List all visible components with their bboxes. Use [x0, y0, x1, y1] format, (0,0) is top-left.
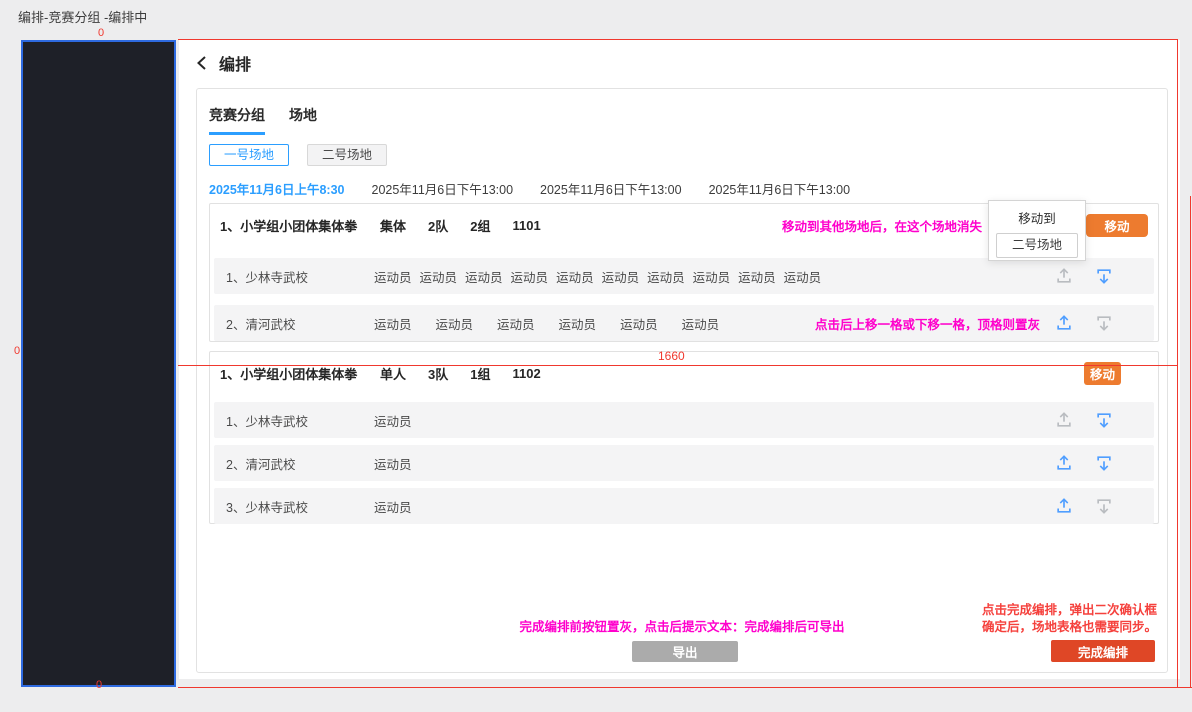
move-down-icon[interactable]	[1094, 410, 1114, 430]
athlete-link[interactable]: 运动员	[556, 267, 594, 286]
venue-button[interactable]: 一号场地	[209, 144, 289, 166]
session-date[interactable]: 2025年11月6日上午8:30	[209, 179, 345, 198]
move-down-icon[interactable]	[1094, 496, 1114, 516]
move-down-icon[interactable]	[1094, 453, 1114, 473]
event-group-card: 1、小学组小团体集体拳 单人 3队 1组 1102 移动 1、少林寺武校 运动员…	[209, 351, 1159, 524]
finish-annotation-line1: 点击完成编排，弹出二次确认框	[981, 603, 1157, 617]
move-down-icon[interactable]	[1094, 266, 1114, 286]
athlete-link[interactable]: 运动员	[682, 314, 720, 333]
team-row: 2、清河武校 运动员	[214, 445, 1154, 481]
athlete-list: 运动员 运动员 运动员 运动员 运动员 运动员	[374, 314, 719, 333]
page-header: 编排	[195, 51, 251, 75]
group-team-count: 2队	[428, 219, 449, 234]
content-card: 竞赛分组 场地 一号场地 二号场地 2025年11月6日上午8:30 2025年11月…	[196, 88, 1168, 673]
tab-bar: 竞赛分组 场地	[209, 105, 317, 135]
group-team-count: 3队	[428, 367, 449, 382]
athlete-link[interactable]: 运动员	[374, 411, 412, 430]
athlete-link[interactable]: 运动员	[620, 314, 658, 333]
row-actions	[1054, 313, 1114, 333]
popup-title: 移动到	[1018, 212, 1056, 226]
athlete-link[interactable]: 运动员	[647, 267, 685, 286]
move-up-icon[interactable]	[1054, 496, 1074, 516]
session-date[interactable]: 2025年11月6日下午13:00	[540, 179, 682, 198]
athlete-link[interactable]: 运动员	[374, 267, 412, 286]
redline-right	[1177, 39, 1178, 688]
athlete-list: 运动员 运动员 运动员 运动员 运动员 运动员 运动员 运动员 运动员 运动员	[374, 267, 821, 286]
team-row: 1、少林寺武校 运动员	[214, 402, 1154, 438]
team-row: 3、少林寺武校 运动员	[214, 488, 1154, 524]
group-type: 集体	[380, 219, 407, 234]
finish-arrange-button[interactable]: 完成编排	[1051, 640, 1155, 662]
group-group-count: 1组	[470, 367, 491, 382]
athlete-link[interactable]: 运动员	[420, 267, 458, 286]
athlete-link[interactable]: 运动员	[436, 314, 474, 333]
back-icon[interactable]	[195, 55, 208, 71]
athlete-link[interactable]: 运动员	[784, 267, 822, 286]
row-actions	[1054, 496, 1114, 516]
page-title: 编排	[219, 57, 252, 74]
athlete-link[interactable]: 运动员	[465, 267, 503, 286]
move-annotation: 移动到其他场地后，在这个场地消失	[781, 220, 982, 234]
group-code: 1102	[512, 366, 541, 381]
athlete-link[interactable]: 运动员	[511, 267, 549, 286]
finish-annotation: 点击完成编排，弹出二次确认框 确定后，场地表格也需要同步。	[982, 602, 1157, 636]
session-date[interactable]: 2025年11月6日下午13:00	[372, 179, 514, 198]
date-row: 2025年11月6日上午8:30 2025年11月6日下午13:00 2025年11…	[209, 179, 850, 198]
reorder-annotation: 点击后上移一格或下移一格，顶格则置灰	[814, 317, 1040, 332]
row-actions	[1054, 266, 1114, 286]
move-to-popup: 移动到 二号场地	[988, 200, 1086, 261]
session-date[interactable]: 2025年11月6日下午13:00	[709, 179, 851, 198]
move-down-icon[interactable]	[1094, 313, 1114, 333]
team-row: 1、少林寺武校 运动员 运动员 运动员 运动员 运动员 运动员 运动员 运动员 运动员 运动员	[214, 258, 1154, 294]
team-row: 2、清河武校 运动员 运动员 运动员 运动员 运动员 运动员 点击后上移一格或下移一格，顶…	[214, 305, 1154, 341]
row-actions	[1054, 410, 1114, 430]
venue-filter-group: 一号场地 二号场地	[209, 144, 387, 166]
popup-venue-option[interactable]: 二号场地	[996, 233, 1078, 258]
redline-bottom	[178, 687, 1192, 688]
athlete-link[interactable]: 运动员	[374, 454, 412, 473]
redline-top	[178, 39, 1178, 40]
venue-button[interactable]: 二号场地	[307, 144, 387, 166]
athlete-link[interactable]: 运动员	[693, 267, 731, 286]
redline-marker-top: 0	[98, 27, 105, 39]
move-up-icon[interactable]	[1054, 313, 1074, 333]
team-name: 1、少林寺武校	[226, 270, 308, 285]
team-name: 2、清河武校	[226, 317, 296, 332]
tab[interactable]: 竞赛分组	[209, 105, 265, 135]
team-name: 2、清河武校	[226, 457, 296, 472]
row-actions	[1054, 453, 1114, 473]
move-up-icon[interactable]	[1054, 410, 1074, 430]
athlete-link[interactable]: 运动员	[374, 497, 412, 516]
redline-marker-left: 0	[14, 345, 21, 357]
athlete-link[interactable]: 运动员	[738, 267, 776, 286]
group-title: 1、小学组小团体集体拳	[220, 367, 358, 382]
athlete-list: 运动员	[374, 497, 412, 516]
move-up-icon[interactable]	[1054, 266, 1074, 286]
athlete-list: 运动员	[374, 454, 412, 473]
group-title: 1、小学组小团体集体拳	[220, 219, 358, 234]
redline-width-label: 1660	[658, 349, 685, 363]
export-button[interactable]: 导出	[632, 641, 738, 662]
team-name: 3、少林寺武校	[226, 500, 308, 515]
team-name: 1、少林寺武校	[226, 414, 308, 429]
athlete-link[interactable]: 运动员	[497, 314, 535, 333]
breadcrumb: 编排-竞赛分组 -编排中	[18, 10, 148, 25]
group-code: 1101	[512, 218, 541, 233]
athlete-link[interactable]: 运动员	[374, 314, 412, 333]
redline-marker-bottom: 0	[96, 679, 103, 691]
group-group-count: 2组	[470, 219, 491, 234]
athlete-list: 运动员	[374, 411, 412, 430]
group-type: 单人	[380, 367, 407, 382]
redline-right-edge	[1190, 196, 1191, 688]
athlete-link[interactable]: 运动员	[602, 267, 640, 286]
tab[interactable]: 场地	[289, 105, 317, 135]
finish-annotation-line2: 确定后，场地表格也需要同步。	[981, 620, 1157, 634]
redline-width-measure	[178, 365, 1178, 366]
move-up-icon[interactable]	[1054, 453, 1074, 473]
athlete-link[interactable]: 运动员	[559, 314, 597, 333]
move-button[interactable]: 移动	[1086, 214, 1148, 237]
navigation-sidebar-placeholder	[21, 40, 176, 687]
